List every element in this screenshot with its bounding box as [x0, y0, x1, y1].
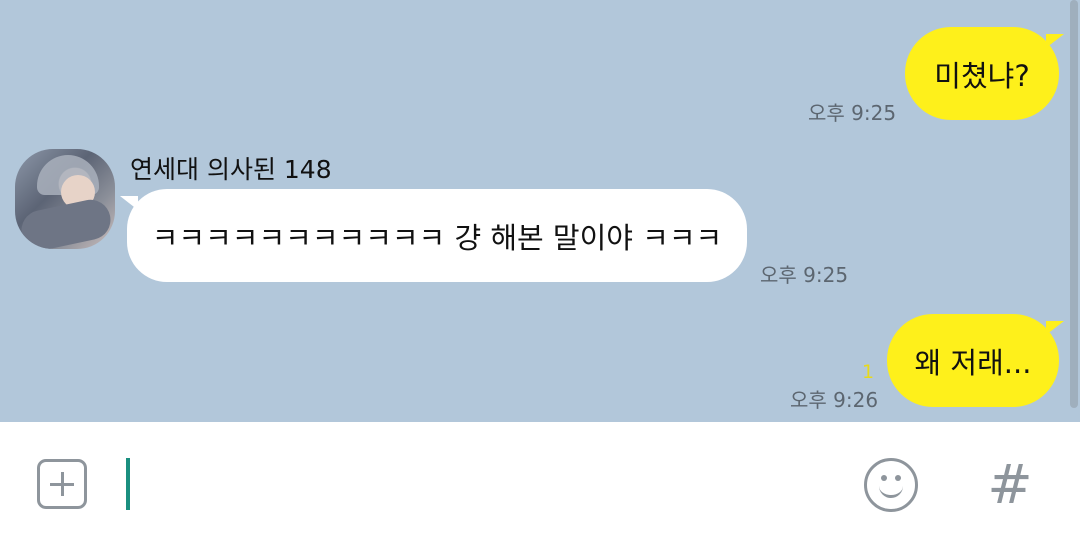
- unread-count: 1: [862, 361, 875, 383]
- emoji-icon[interactable]: [864, 458, 918, 512]
- message-text: 미쳤냐?: [934, 58, 1030, 93]
- hashtag-icon[interactable]: #: [985, 455, 1035, 515]
- message-text: ㅋㅋㅋㅋㅋㅋㅋㅋㅋㅋㅋ 걍 해본 말이야 ㅋㅋㅋ: [151, 220, 723, 255]
- message-text: 왜 저래...: [914, 345, 1032, 380]
- avatar[interactable]: [15, 149, 115, 249]
- plus-icon[interactable]: [37, 459, 87, 509]
- message-time: 오후 9:25: [760, 263, 849, 287]
- my-message-bubble[interactable]: 왜 저래...: [887, 314, 1059, 407]
- input-bar: [0, 422, 1080, 548]
- bubble-tail: [1046, 34, 1064, 48]
- message-time: 오후 9:26: [790, 388, 879, 412]
- my-message-bubble[interactable]: 미쳤냐?: [905, 27, 1059, 120]
- message-input[interactable]: [126, 458, 130, 510]
- bubble-tail: [1046, 321, 1064, 335]
- scrollbar[interactable]: [1070, 0, 1078, 408]
- chat-area[interactable]: 미쳤냐? 오후 9:25 연세대 의사된 148 ㅋㅋㅋㅋㅋㅋㅋㅋㅋㅋㅋ 걍 해…: [0, 0, 1080, 422]
- sender-name: 연세대 의사된 148: [130, 155, 332, 184]
- message-time: 오후 9:25: [808, 101, 897, 125]
- other-message-bubble[interactable]: ㅋㅋㅋㅋㅋㅋㅋㅋㅋㅋㅋ 걍 해본 말이야 ㅋㅋㅋ: [127, 189, 747, 282]
